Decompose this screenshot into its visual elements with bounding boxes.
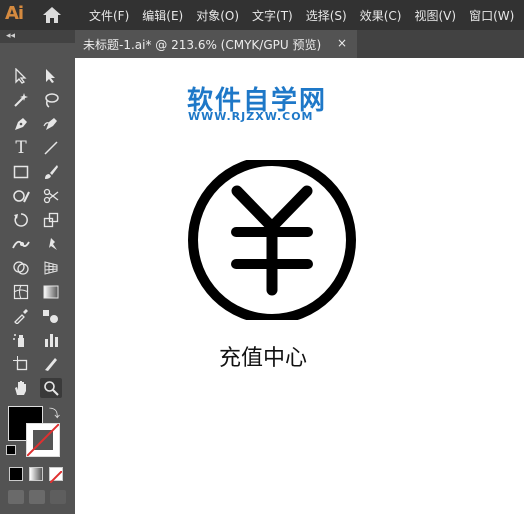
collapse-panel-icon[interactable]: ◂◂ (6, 30, 15, 43)
type-tool-icon[interactable]: T (10, 138, 32, 158)
lasso-tool-icon[interactable] (40, 90, 62, 110)
document-tab[interactable]: 未标题-1.ai* @ 213.6% (CMYK/GPU 预览) × (75, 30, 357, 58)
width-tool-icon[interactable] (10, 234, 32, 254)
shaper-tool-icon[interactable] (10, 186, 32, 206)
line-segment-tool-icon[interactable] (40, 138, 62, 158)
close-tab-icon[interactable]: × (337, 36, 347, 50)
draw-normal-icon[interactable] (8, 490, 24, 504)
rectangle-tool-icon[interactable] (10, 162, 32, 182)
eyedropper-tool-icon[interactable] (10, 306, 32, 326)
home-icon[interactable] (42, 6, 62, 24)
scissors-tool-icon[interactable] (40, 186, 62, 206)
shape-builder-tool-icon[interactable] (10, 258, 32, 278)
draw-inside-icon[interactable] (50, 490, 66, 504)
menu-object[interactable]: 对象(O) (196, 7, 239, 24)
menu-bar: Ai 文件(F) 编辑(E) 对象(O) 文字(T) 选择(S) 效果(C) 视… (0, 0, 524, 30)
menu-file[interactable]: 文件(F) (89, 7, 129, 24)
draw-behind-icon[interactable] (29, 490, 45, 504)
fill-mode-color-button[interactable] (9, 467, 23, 481)
app-logo: Ai (5, 3, 24, 24)
zoom-tool-icon[interactable] (40, 378, 62, 398)
brand-url-text: WWW.RJZXW.COM (188, 110, 314, 123)
hand-tool-icon[interactable] (10, 378, 32, 398)
menu-view[interactable]: 视图(V) (414, 7, 456, 24)
fill-mode-gradient-button[interactable] (29, 467, 43, 481)
curvature-tool-icon[interactable] (40, 114, 62, 134)
mesh-tool-icon[interactable] (10, 282, 32, 302)
default-colors-icon[interactable] (6, 445, 16, 455)
rotate-tool-icon[interactable] (10, 210, 32, 230)
menu-edit[interactable]: 编辑(E) (142, 7, 183, 24)
swap-colors-icon[interactable]: ⤵ (49, 405, 60, 421)
menu-window[interactable]: 窗口(W) (469, 7, 514, 24)
recharge-center-caption: 充值中心 (219, 346, 308, 371)
document-tab-title: 未标题-1.ai* @ 213.6% (CMYK/GPU 预览) (83, 37, 322, 52)
symbol-sprayer-tool-icon[interactable] (10, 330, 32, 350)
perspective-grid-tool-icon[interactable] (40, 258, 62, 278)
scale-tool-icon[interactable] (40, 210, 62, 230)
column-graph-tool-icon[interactable] (40, 330, 62, 350)
direct-selection-tool-icon[interactable] (40, 66, 62, 86)
stroke-color-swatch[interactable] (26, 423, 60, 457)
pen-tool-icon[interactable] (10, 114, 32, 134)
artboard-tool-icon[interactable] (10, 354, 32, 374)
magic-wand-tool-icon[interactable] (10, 90, 32, 110)
menu-type[interactable]: 文字(T) (252, 7, 293, 24)
paintbrush-tool-icon[interactable] (40, 162, 62, 182)
selection-tool-icon[interactable] (10, 66, 32, 86)
fill-mode-none-button[interactable] (49, 467, 63, 484)
yen-coin-icon (188, 160, 356, 320)
menu-effect[interactable]: 效果(C) (360, 7, 402, 24)
menu-select[interactable]: 选择(S) (306, 7, 347, 24)
gradient-tool-icon[interactable] (40, 282, 62, 302)
puppet-warp-tool-icon[interactable] (40, 234, 62, 254)
slice-tool-icon[interactable] (40, 354, 62, 374)
blend-tool-icon[interactable] (40, 306, 62, 326)
main-menu: 文件(F) 编辑(E) 对象(O) 文字(T) 选择(S) 效果(C) 视图(V… (89, 0, 524, 30)
